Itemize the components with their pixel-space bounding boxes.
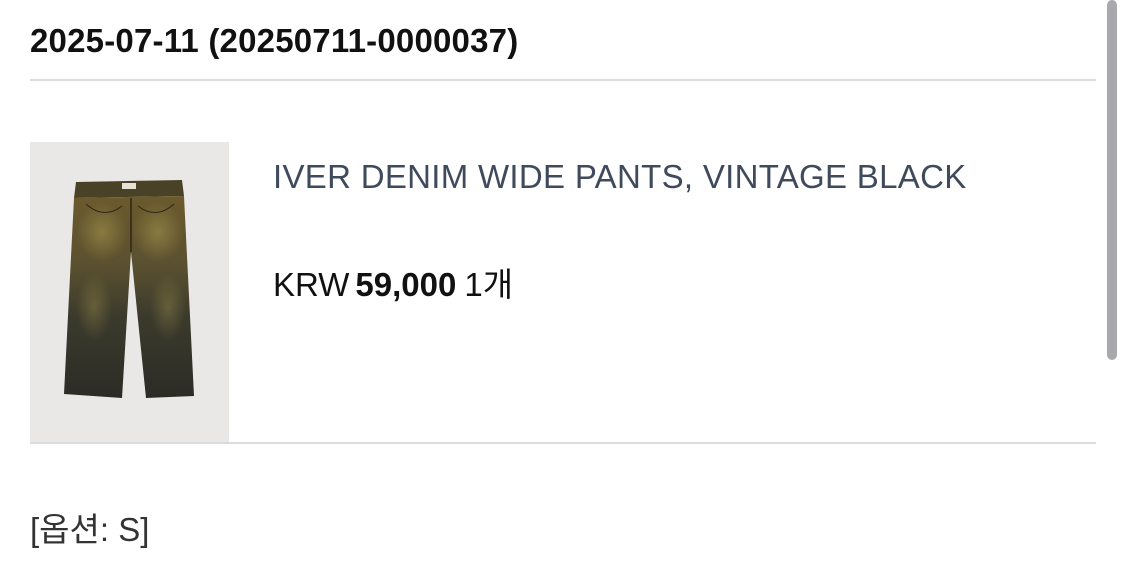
price-quantity-line: KRW 59,000 1개 [273, 258, 513, 306]
price-amount: 59,000 [355, 266, 457, 303]
product-name-link[interactable]: IVER DENIM WIDE PANTS, VINTAGE BLACK [273, 158, 967, 196]
item-divider [30, 442, 1096, 444]
vertical-scrollbar[interactable] [1107, 0, 1117, 360]
quantity-label: 1개 [464, 266, 514, 303]
order-date-header: 2025-07-11 (20250711-0000037) [30, 22, 519, 59]
price-currency: KRW [273, 266, 350, 303]
product-image[interactable] [30, 142, 229, 442]
pants-illustration [30, 142, 229, 442]
option-label: [옵션: S] [30, 511, 150, 548]
header-divider [30, 79, 1096, 81]
